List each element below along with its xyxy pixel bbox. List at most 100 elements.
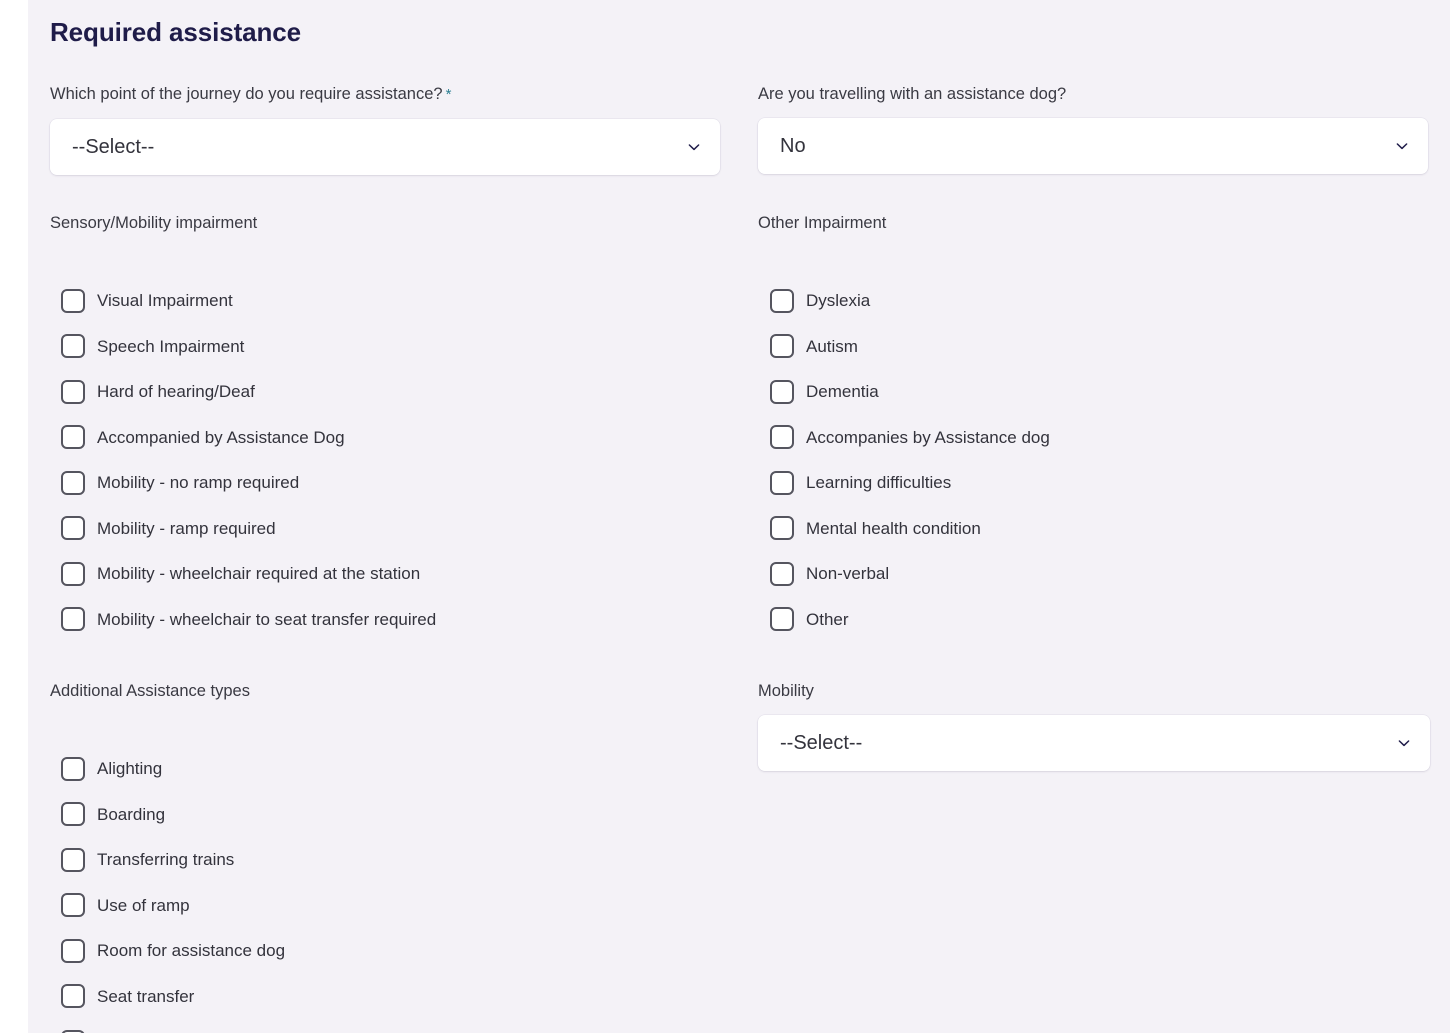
checkbox-row[interactable]: Visual Impairment (50, 278, 750, 324)
checkbox-icon[interactable] (61, 893, 85, 918)
checkbox-label: Mobility - ramp required (97, 518, 276, 538)
journey-point-field: Which point of the journey do you requir… (50, 84, 720, 175)
checkbox-icon[interactable] (61, 561, 85, 586)
assistance-dog-label: Are you travelling with an assistance do… (758, 84, 1428, 104)
mobility-select[interactable]: --Select-- (758, 715, 1430, 771)
checkbox-row[interactable]: Room for assistance dog (50, 928, 750, 974)
checkbox-row[interactable]: Mobility - wheelchair to seat transfer r… (50, 597, 750, 643)
checkbox-label: Alighting (97, 759, 163, 779)
additional-assistance-checklist: Alighting Boarding Transferring trains Use … (50, 746, 750, 1033)
checkbox-icon[interactable] (770, 516, 794, 541)
journey-point-label: Which point of the journey do you requir… (50, 84, 720, 105)
checkbox-row[interactable]: Boarding (50, 792, 750, 838)
checkbox-label: Use of ramp (97, 895, 190, 915)
chevron-down-icon (1396, 735, 1412, 751)
checkbox-label: Dyslexia (806, 291, 871, 311)
checkbox-row[interactable]: Alighting (50, 746, 750, 792)
checkbox-icon[interactable] (61, 756, 85, 781)
checkbox-icon[interactable] (61, 607, 85, 632)
checkbox-icon[interactable] (770, 379, 794, 404)
sensory-mobility-checklist: Visual Impairment Speech Impairment Hard o… (50, 278, 750, 642)
chevron-down-icon (686, 139, 702, 155)
checkbox-icon[interactable] (61, 516, 85, 541)
checkbox-row[interactable]: Non-verbal (758, 551, 1448, 597)
checkbox-row[interactable]: Mental health condition (758, 506, 1448, 552)
required-asterisk: * (445, 86, 452, 103)
checkbox-label: Mobility - wheelchair to seat transfer r… (97, 609, 437, 629)
checkbox-label: Non-verbal (806, 564, 890, 584)
assistance-dog-field: Are you travelling with an assistance do… (758, 84, 1428, 175)
other-impairment-checklist: Dyslexia Autism Dementia Accompanies by Ass… (758, 278, 1448, 642)
checkbox-row[interactable]: Mobility - wheelchair required at the st… (50, 551, 750, 597)
chevron-down-icon (1394, 138, 1410, 154)
checkbox-row[interactable]: Hard of hearing/Deaf (50, 369, 750, 415)
page-title: Required assistance (50, 17, 301, 47)
mobility-field: Mobility --Select-- (758, 681, 1430, 771)
checkbox-row[interactable]: Dementia (758, 369, 1448, 415)
checkbox-row[interactable] (50, 1019, 750, 1033)
checkbox-label: Visual Impairment (97, 291, 233, 311)
journey-point-select[interactable]: --Select-- (50, 119, 720, 175)
checkbox-row[interactable]: Accompanies by Assistance dog (758, 415, 1448, 461)
checkbox-icon[interactable] (770, 334, 794, 359)
checkbox-row[interactable]: Autism (758, 324, 1448, 370)
mobility-select-value: --Select-- (780, 732, 863, 754)
other-impairment-label: Other Impairment (758, 214, 887, 232)
checkbox-label: Dementia (806, 382, 879, 402)
assistance-dog-select-value: No (780, 135, 806, 157)
checkbox-icon[interactable] (61, 847, 85, 872)
checkbox-icon[interactable] (61, 470, 85, 495)
checkbox-label: Autism (806, 336, 858, 356)
checkbox-icon[interactable] (61, 984, 85, 1009)
checkbox-icon[interactable] (61, 288, 85, 313)
journey-point-label-text: Which point of the journey do you requir… (50, 85, 443, 103)
checkbox-icon[interactable] (61, 379, 85, 404)
checkbox-label: Accompanied by Assistance Dog (97, 427, 345, 447)
checkbox-icon[interactable] (770, 561, 794, 586)
top-fields-row: Which point of the journey do you requir… (50, 84, 1428, 175)
checkbox-label: Mobility - wheelchair required at the st… (97, 564, 421, 584)
checkbox-row[interactable]: Speech Impairment (50, 324, 750, 370)
checkbox-icon[interactable] (61, 802, 85, 827)
checkbox-icon[interactable] (770, 288, 794, 313)
checkbox-label: Speech Impairment (97, 336, 245, 356)
journey-point-select-value: --Select-- (72, 136, 155, 158)
required-assistance-panel: Required assistance Which point of the j… (28, 0, 1450, 1033)
checkbox-icon[interactable] (61, 425, 85, 450)
checkbox-icon[interactable] (61, 334, 85, 359)
checkbox-label: Seat transfer (97, 986, 195, 1006)
assistance-dog-select[interactable]: No (758, 118, 1428, 174)
checkbox-row[interactable]: Mobility - no ramp required (50, 460, 750, 506)
checkbox-label: Transferring trains (97, 850, 235, 870)
checkbox-icon[interactable] (770, 607, 794, 632)
additional-assistance-label: Additional Assistance types (50, 682, 250, 700)
page-root: Required assistance Which point of the j… (0, 0, 1456, 1033)
checkbox-label: Room for assistance dog (97, 941, 286, 961)
sensory-mobility-group: Sensory/Mobility impairment Visual Impai… (50, 213, 750, 642)
checkbox-label: Other (806, 609, 849, 629)
checkbox-row[interactable]: Learning difficulties (758, 460, 1448, 506)
checkbox-label: Hard of hearing/Deaf (97, 382, 255, 402)
panel-inner: Required assistance Which point of the j… (28, 0, 1450, 1033)
checkbox-label: Mental health condition (806, 518, 981, 538)
checkbox-row[interactable]: Seat transfer (50, 974, 750, 1020)
checkbox-icon[interactable] (61, 938, 85, 963)
checkbox-icon[interactable] (770, 425, 794, 450)
checkbox-row[interactable]: Other (758, 597, 1448, 643)
mobility-label: Mobility (758, 682, 814, 700)
checkbox-label: Boarding (97, 804, 166, 824)
checkbox-icon[interactable] (770, 470, 794, 495)
other-impairment-group: Other Impairment Dyslexia Autism Dementia A… (758, 213, 1448, 642)
additional-assistance-group: Additional Assistance types Alighting Boa… (50, 681, 750, 1033)
checkbox-label: Learning difficulties (806, 473, 952, 493)
checkbox-row[interactable]: Accompanied by Assistance Dog (50, 415, 750, 461)
checkbox-row[interactable]: Mobility - ramp required (50, 506, 750, 552)
checkbox-label: Mobility - no ramp required (97, 473, 300, 493)
checkbox-row[interactable]: Transferring trains (50, 837, 750, 883)
checkbox-row[interactable]: Use of ramp (50, 883, 750, 929)
checkbox-row[interactable]: Dyslexia (758, 278, 1448, 324)
assistance-dog-label-text: Are you travelling with an assistance do… (758, 85, 1067, 103)
